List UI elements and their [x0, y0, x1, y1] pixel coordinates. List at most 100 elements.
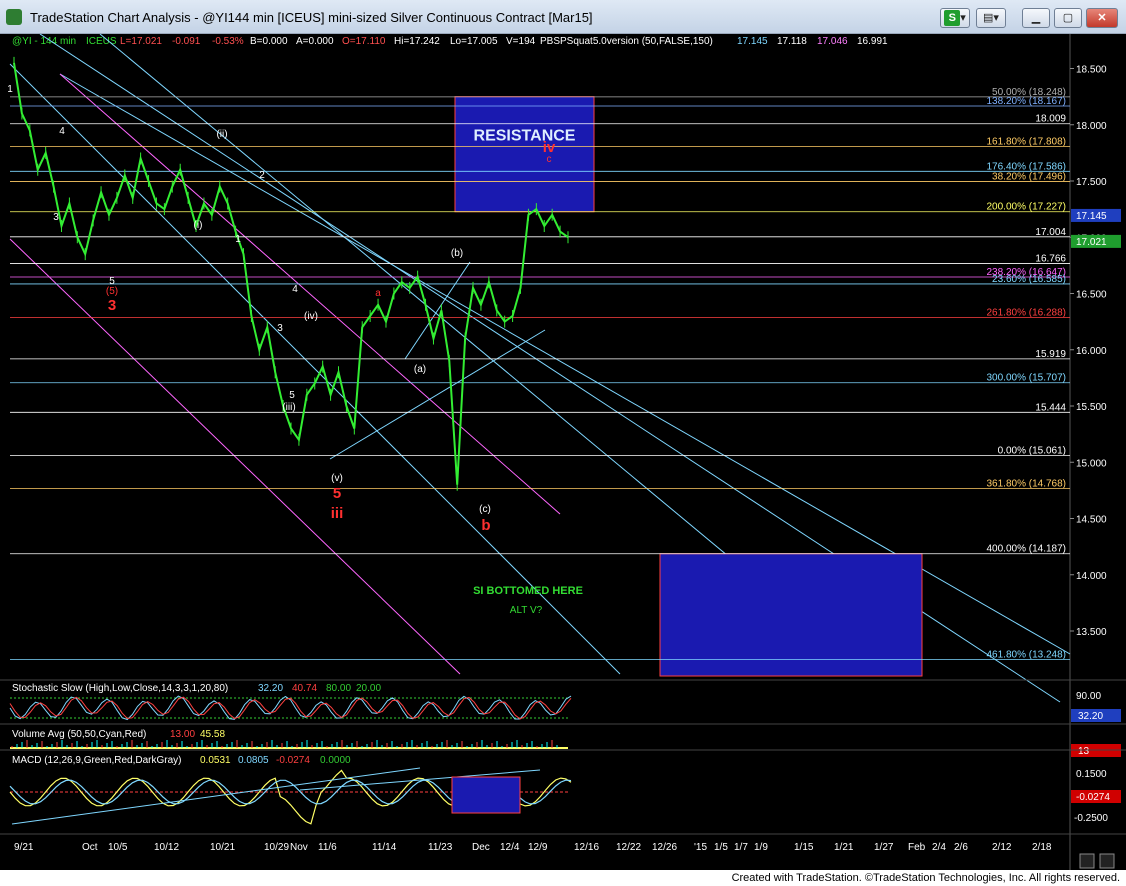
header-low: Lo=17.005: [450, 36, 498, 47]
fib-level-label: 16.766: [1035, 254, 1066, 265]
scroll-right-button[interactable]: [1099, 853, 1115, 869]
macd-title: MACD (12,26,9,Green,Red,DarkGray): [12, 755, 182, 766]
maximize-button[interactable]: ▢: [1054, 8, 1082, 28]
wave-label: (iii): [282, 402, 295, 413]
x-tick-label: 1/9: [754, 842, 768, 853]
title-bar: TradeStation Chart Analysis - @YI144 min…: [0, 0, 1126, 34]
macd-tag: -0.0274: [1076, 792, 1110, 803]
minimize-button[interactable]: ▁: [1022, 8, 1050, 28]
price-tick-label: 14.500: [1076, 515, 1107, 526]
header-last: L=17.021: [120, 36, 162, 47]
fib-level-label: 23.60% (16.585): [992, 274, 1066, 285]
header-exchange: ICEUS: [86, 36, 117, 47]
x-tick-label: 10/21: [210, 842, 235, 853]
fib-level-label: 461.80% (13.248): [986, 649, 1066, 660]
wave-label: b: [481, 517, 490, 534]
x-tick-label: 10/12: [154, 842, 179, 853]
wave-label: 4: [292, 284, 298, 295]
x-tick-label: 2/18: [1032, 842, 1052, 853]
wave-label: 2: [259, 170, 265, 181]
menu-dropdown-button[interactable]: ▤▾: [976, 8, 1006, 28]
fib-level-label: 0.00% (15.061): [998, 445, 1066, 456]
x-tick-label: 10/29: [264, 842, 289, 853]
x-tick-label: 1/7: [734, 842, 748, 853]
wave-label: (iv): [304, 311, 318, 322]
stochastic-lines: [9, 695, 572, 721]
x-tick-label: 2/6: [954, 842, 968, 853]
stochastic-val-1: 32.20: [258, 683, 283, 694]
stochastic-k-line: [9, 695, 572, 721]
stochastic-tag: 32.20: [1078, 711, 1103, 722]
x-tick-label: 1/21: [834, 842, 854, 853]
wave-label: iii: [331, 505, 344, 522]
x-axis-labels: 9/21 Oct 10/5 10/12 10/21 10/29 Nov 11/6 11/14 11…: [14, 842, 1052, 853]
price-tick-label: 18.000: [1076, 121, 1107, 132]
channel-line: [329, 329, 546, 460]
wave-label: 5: [333, 485, 341, 502]
stochastic-title: Stochastic Slow (High,Low,Close,14,3,3,1…: [12, 683, 228, 694]
stochastic-val-4: 20.00: [356, 683, 381, 694]
close-button[interactable]: ✕: [1086, 8, 1118, 28]
fib-level-label: 17.004: [1035, 227, 1066, 238]
macd-val-1: 0.0531: [200, 755, 231, 766]
x-tick-label: 11/14: [372, 842, 397, 853]
wave-label: (b): [451, 248, 463, 259]
fib-level-label: 38.20% (17.496): [992, 171, 1066, 182]
fib-level-label: 15.919: [1035, 349, 1066, 360]
volume-header: Volume Avg (50,50,Cyan,Red) 13.00 45.58: [12, 729, 225, 740]
price-tick-label: 16.000: [1076, 346, 1107, 357]
wave-label: 3: [53, 212, 59, 223]
price-tick-label: 17.500: [1076, 177, 1107, 188]
channel-line: [404, 261, 471, 360]
price-tick-label: 13.500: [1076, 627, 1107, 638]
fib-level-label: 400.00% (14.187): [986, 544, 1066, 555]
wave-label: (c): [479, 504, 491, 515]
channel-line: [9, 238, 461, 675]
chart-canvas[interactable]: @YI - 144 min ICEUS L=17.021 -0.091 -0.5…: [0, 34, 1126, 870]
fib-level-label: 300.00% (15.707): [986, 373, 1066, 384]
header-bid: B=0.000: [250, 36, 288, 47]
tradestation-app-icon: [6, 9, 22, 25]
wave-label: (i): [194, 220, 203, 231]
volume-bars: [10, 740, 568, 749]
strategy-dropdown-button[interactable]: S ▾: [940, 8, 970, 28]
target-box: [659, 553, 923, 677]
fib-level-label: 138.20% (18.167): [986, 96, 1066, 107]
wave-label: (5): [106, 286, 118, 297]
fib-level-label: 361.80% (14.768): [986, 478, 1066, 489]
resistance-box-label: RESISTANCE: [474, 128, 576, 145]
header-symbol: @YI - 144 min: [12, 36, 76, 47]
x-tick-label: Dec: [472, 842, 490, 853]
header-high: Hi=17.242: [394, 36, 440, 47]
x-tick-label: 11/23: [428, 842, 453, 853]
wave-label: SI BOTTOMED HERE: [473, 585, 583, 597]
scroll-left-button[interactable]: [1079, 853, 1095, 869]
x-tick-label: 1/5: [714, 842, 728, 853]
wave-label: 5: [289, 390, 295, 401]
x-tick-label: '15: [694, 842, 707, 853]
macd-trendline: [11, 767, 421, 825]
x-tick-label: 10/5: [108, 842, 128, 853]
fib-level-label: 200.00% (17.227): [986, 202, 1066, 213]
macd-header: MACD (12,26,9,Green,Red,DarkGray) 0.0531…: [12, 755, 351, 766]
wave-label: 3: [108, 297, 116, 314]
x-tick-label: 11/6: [318, 842, 337, 853]
fib-level-label: 18.009: [1035, 114, 1066, 125]
x-tick-label: 1/15: [794, 842, 814, 853]
x-tick-label: 12/26: [652, 842, 677, 853]
x-tick-label: 2/12: [992, 842, 1012, 853]
stochastic-header: Stochastic Slow (High,Low,Close,14,3,3,1…: [12, 683, 381, 694]
chart-window[interactable]: @YI - 144 min ICEUS L=17.021 -0.091 -0.5…: [0, 34, 1126, 886]
wave-label: (ii): [216, 129, 227, 140]
wave-label: (a): [414, 364, 426, 375]
fib-level-label: 261.80% (16.288): [986, 307, 1066, 318]
wave-label: 1: [7, 84, 13, 95]
x-tick-label: 12/16: [574, 842, 599, 853]
volume-val-2: 45.58: [200, 729, 225, 740]
volume-tag: 13: [1078, 746, 1090, 757]
header-ind-val-2: 17.118: [777, 36, 807, 47]
volume-title: Volume Avg (50,50,Cyan,Red): [12, 729, 146, 740]
wave-label: 3: [277, 323, 283, 334]
x-tick-label: 9/21: [14, 842, 34, 853]
price-tick-label: 16.500: [1076, 290, 1107, 301]
